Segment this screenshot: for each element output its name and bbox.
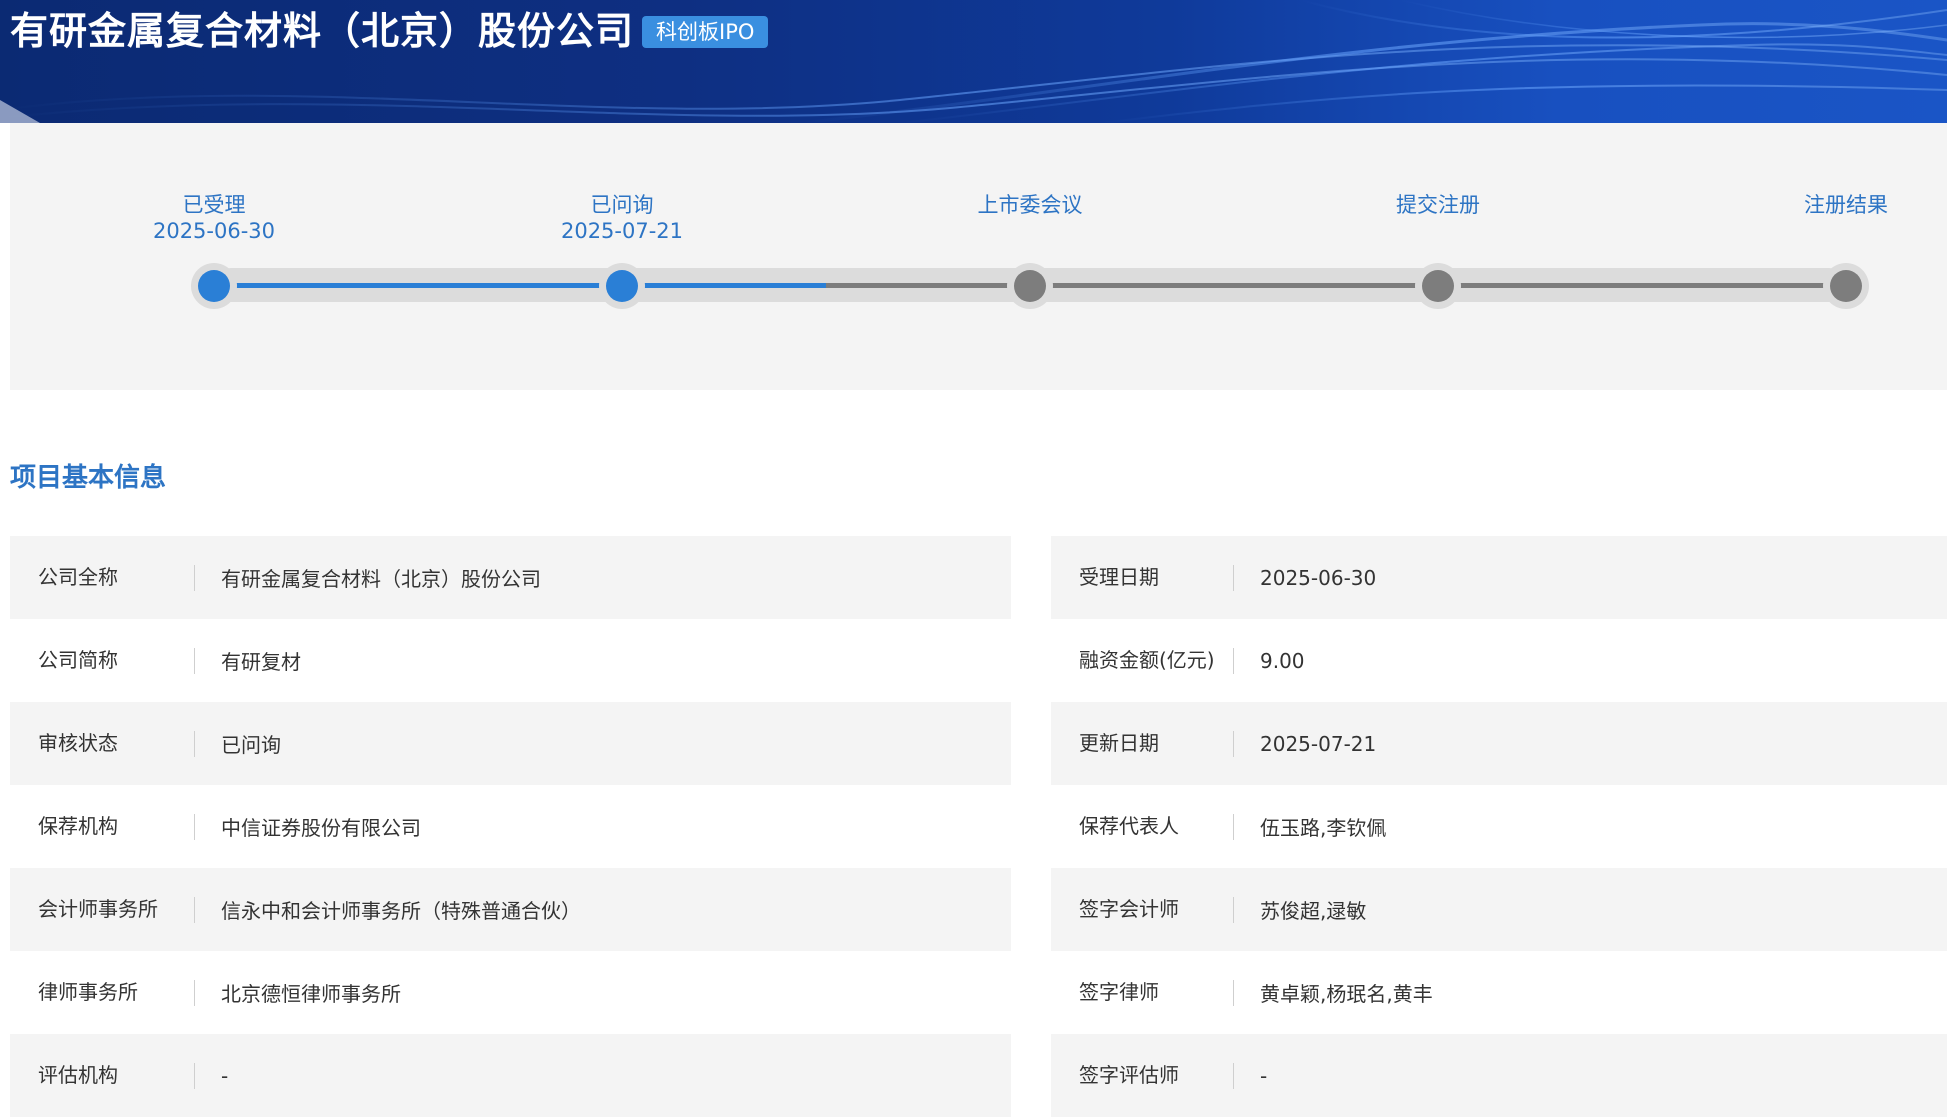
- info-key: 签字评估师: [1051, 1034, 1234, 1117]
- info-key: 签字会计师: [1051, 868, 1234, 951]
- info-row-review-status: 审核状态 已问询: [10, 702, 1011, 785]
- review-progress-panel: [10, 123, 1947, 390]
- info-row-signing-accountants: 签字会计师 苏俊超,逯敏: [1051, 868, 1947, 951]
- step-node-listing-committee: [1007, 263, 1053, 309]
- progress-line-completed: [214, 283, 826, 288]
- step-label-submit-registration: 提交注册: [1318, 192, 1558, 218]
- step-dot-pending: [1014, 270, 1046, 302]
- info-key: 融资金额(亿元): [1051, 619, 1234, 702]
- info-value: -: [1260, 1063, 1268, 1088]
- step-label-listing-committee: 上市委会议: [910, 192, 1150, 218]
- info-key: 受理日期: [1051, 536, 1234, 619]
- info-row-update-date: 更新日期 2025-07-21: [1051, 702, 1947, 785]
- step-node-submit-registration: [1415, 263, 1461, 309]
- step-dot-pending: [1422, 270, 1454, 302]
- info-row-full-name: 公司全称 有研金属复合材料（北京）股份公司: [10, 536, 1011, 619]
- step-node-registration-result: [1823, 263, 1869, 309]
- step-label-inquired: 已问询 2025-07-21: [502, 192, 742, 244]
- info-key: 公司简称: [10, 619, 195, 702]
- info-row-short-name: 公司简称 有研复材: [10, 619, 1011, 702]
- info-row-sponsor-reps: 保荐代表人 伍玉路,李钦佩: [1051, 785, 1947, 868]
- step-date: 2025-06-30: [152, 219, 276, 243]
- step-label-registration-result: 注册结果: [1726, 192, 1947, 218]
- info-key: 公司全称: [10, 536, 195, 619]
- info-key: 保荐机构: [10, 785, 195, 868]
- step-name: 注册结果: [1804, 193, 1888, 217]
- info-key: 签字律师: [1051, 951, 1234, 1034]
- info-row-appraisal-firm: 评估机构 -: [10, 1034, 1011, 1117]
- info-value: 2025-07-21: [1260, 731, 1377, 756]
- info-table-left: 公司全称 有研金属复合材料（北京）股份公司 公司简称 有研复材 审核状态 已问询…: [10, 536, 1011, 1117]
- info-value: 有研复材: [221, 650, 301, 674]
- section-title-basic-info: 项目基本信息: [10, 463, 167, 493]
- info-value: 苏俊超,逯敏: [1260, 899, 1367, 923]
- info-value: 黄卓颖,杨珉名,黄丰: [1260, 982, 1433, 1006]
- info-row-law-firm: 律师事务所 北京德恒律师事务所: [10, 951, 1011, 1034]
- info-value: 已问询: [221, 733, 281, 757]
- step-label-accepted: 已受理 2025-06-30: [94, 192, 334, 244]
- board-badge: 科创板IPO: [642, 16, 769, 48]
- company-title: 有研金属复合材料（北京）股份公司: [10, 9, 635, 53]
- info-key: 更新日期: [1051, 702, 1234, 785]
- info-key: 会计师事务所: [10, 868, 195, 951]
- info-row-signing-lawyers: 签字律师 黄卓颖,杨珉名,黄丰: [1051, 951, 1947, 1034]
- step-name: 提交注册: [1396, 193, 1480, 217]
- step-node-inquired: [599, 263, 645, 309]
- info-row-signing-appraisers: 签字评估师 -: [1051, 1034, 1947, 1117]
- step-name: 上市委会议: [977, 193, 1083, 217]
- step-name: 已受理: [182, 193, 246, 217]
- info-table-right: 受理日期 2025-06-30 融资金额(亿元) 9.00 更新日期 2025-…: [1051, 536, 1947, 1117]
- step-date: 2025-07-21: [560, 219, 684, 243]
- info-value: 有研金属复合材料（北京）股份公司: [221, 567, 541, 591]
- step-name: 已问询: [590, 193, 654, 217]
- info-key: 评估机构: [10, 1034, 195, 1117]
- info-row-sponsor: 保荐机构 中信证券股份有限公司: [10, 785, 1011, 868]
- info-key: 保荐代表人: [1051, 785, 1234, 868]
- info-row-financing-amount: 融资金额(亿元) 9.00: [1051, 619, 1947, 702]
- info-value: 伍玉路,李钦佩: [1260, 816, 1387, 840]
- step-dot-completed: [198, 270, 230, 302]
- info-value: -: [221, 1063, 229, 1088]
- step-node-accepted: [191, 263, 237, 309]
- header-banner: 有研金属复合材料（北京）股份公司 科创板IPO: [0, 0, 1947, 123]
- info-value: 9.00: [1260, 648, 1305, 673]
- step-dot-pending: [1830, 270, 1862, 302]
- info-value: 北京德恒律师事务所: [221, 982, 401, 1006]
- info-value: 中信证券股份有限公司: [221, 816, 421, 840]
- info-value: 2025-06-30: [1260, 565, 1377, 590]
- info-value: 信永中和会计师事务所（特殊普通合伙）: [221, 899, 581, 923]
- info-row-accept-date: 受理日期 2025-06-30: [1051, 536, 1947, 619]
- info-row-accounting-firm: 会计师事务所 信永中和会计师事务所（特殊普通合伙）: [10, 868, 1011, 951]
- step-dot-completed: [606, 270, 638, 302]
- info-key: 审核状态: [10, 702, 195, 785]
- info-key: 律师事务所: [10, 951, 195, 1034]
